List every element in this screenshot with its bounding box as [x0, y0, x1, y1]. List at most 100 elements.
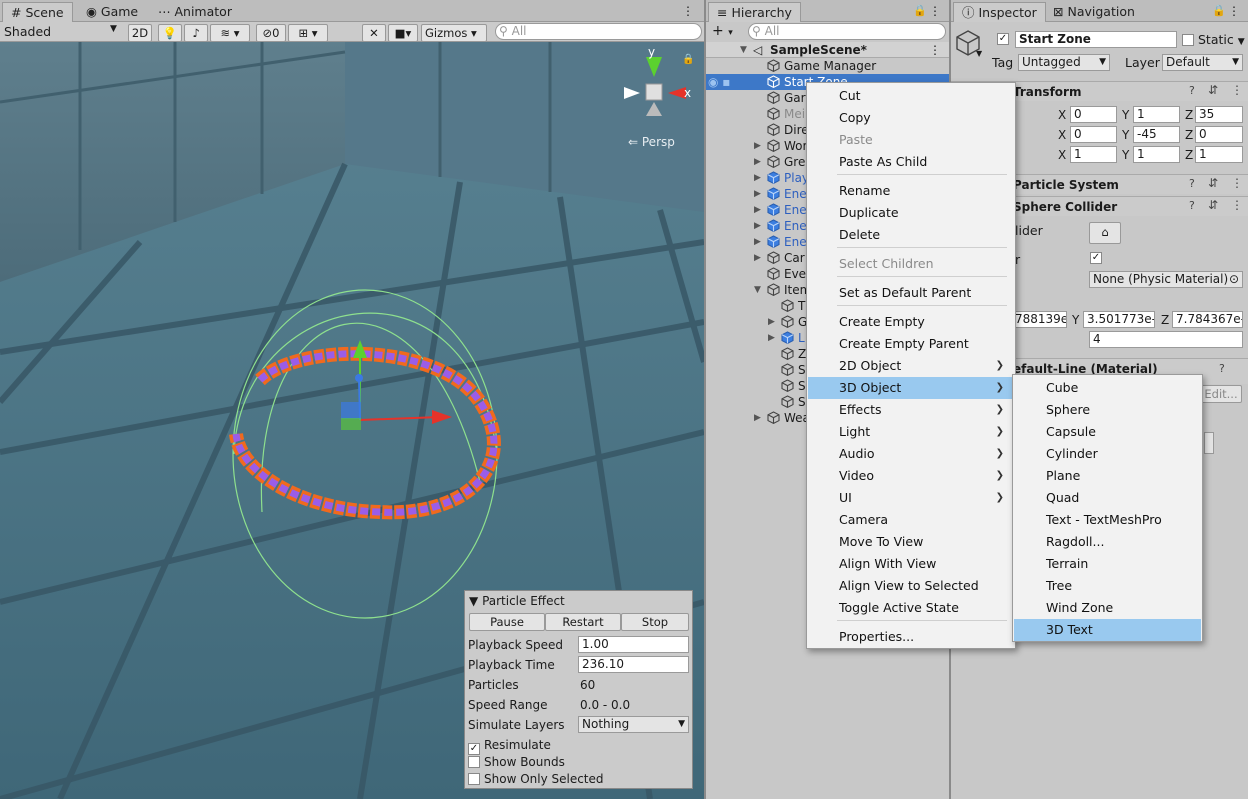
gizmos-dropdown[interactable]: Gizmos ▾ [421, 24, 487, 42]
add-icon[interactable]: + ▾ [712, 23, 733, 39]
submenu-item-capsule[interactable]: Capsule [1014, 421, 1201, 443]
menu-item-align-view-to-selected[interactable]: Align View to Selected [808, 575, 1014, 597]
hierarchy-row[interactable]: Game Manager [706, 58, 949, 74]
chevron-right-icon[interactable]: ▶ [754, 234, 761, 250]
menu-item-2d-object[interactable]: 2D Object ❯ [808, 355, 1014, 377]
chevron-right-icon[interactable]: ▶ [754, 170, 761, 186]
tab-game[interactable]: ◉ Game [78, 2, 146, 22]
playback-time-field[interactable]: 236.10 [578, 656, 689, 673]
chevron-right-icon[interactable]: ▶ [754, 138, 761, 154]
menu-item-video[interactable]: Video ❯ [808, 465, 1014, 487]
help-icon[interactable]: ? [1189, 199, 1195, 212]
resimulate-toggle[interactable]: ✓ Resimulate [468, 737, 694, 755]
menu-item-paste-as-child[interactable]: Paste As Child [808, 151, 1014, 173]
chevron-right-icon[interactable]: ▶ [754, 218, 761, 234]
more-options-icon[interactable]: ⋮ [682, 4, 694, 18]
foldout-arrow-icon[interactable]: ▼ [469, 594, 478, 608]
menu-item-duplicate[interactable]: Duplicate [808, 202, 1014, 224]
chevron-right-icon[interactable]: ▶ [754, 250, 761, 266]
radius-field[interactable]: 4 [1089, 331, 1243, 348]
menu-item-set-as-default-parent[interactable]: Set as Default Parent [808, 282, 1014, 304]
lock-icon[interactable]: 🔒 [913, 4, 927, 17]
menu-item-copy[interactable]: Copy [808, 107, 1014, 129]
scale-y-field[interactable]: 1 [1133, 146, 1180, 163]
settings-sliders-icon[interactable]: ⇵ [1208, 176, 1218, 190]
scene-root-row[interactable]: ▼ ◁ SampleScene* ⋮ [706, 42, 949, 58]
more-options-icon[interactable]: ⋮ [1231, 198, 1243, 212]
audio-icon[interactable]: ♪ [184, 24, 208, 42]
layer-dropdown[interactable]: Default ▼ [1162, 54, 1243, 71]
menu-item-move-to-view[interactable]: Move To View [808, 531, 1014, 553]
pos-z-field[interactable]: 35 [1195, 106, 1243, 123]
chevron-down-icon[interactable]: ▼ [976, 49, 982, 58]
tag-dropdown[interactable]: Untagged ▼ [1018, 54, 1110, 71]
checkbox-icon[interactable] [468, 756, 480, 768]
center-x-field[interactable]: 788139e- [1011, 311, 1067, 328]
show-bounds-toggle[interactable]: Show Bounds [468, 754, 694, 770]
rot-z-field[interactable]: 0 [1195, 126, 1243, 143]
tab-scene[interactable]: # Scene [2, 2, 73, 22]
scene-search-input[interactable]: ⚲ All [495, 23, 702, 40]
more-options-icon[interactable]: ⋮ [929, 4, 941, 18]
submenu-item-text-textmeshpro[interactable]: Text - TextMeshPro [1014, 509, 1201, 531]
submenu-item-3d-text[interactable]: 3D Text [1014, 619, 1201, 641]
shading-dropdown[interactable]: Shaded [4, 24, 51, 39]
playback-speed-field[interactable]: 1.00 [578, 636, 689, 653]
stop-button[interactable]: Stop [621, 613, 689, 631]
submenu-item-wind-zone[interactable]: Wind Zone [1014, 597, 1201, 619]
help-icon[interactable]: ? [1189, 177, 1195, 190]
restart-button[interactable]: Restart [545, 613, 621, 631]
menu-item-create-empty[interactable]: Create Empty [808, 311, 1014, 333]
persp-label[interactable]: ⇐ Persp [628, 135, 675, 149]
rot-x-field[interactable]: 0 [1070, 126, 1117, 143]
chevron-right-icon[interactable]: ▶ [754, 202, 761, 218]
visibility-eye-icon[interactable]: ◉ ▪ [708, 74, 730, 90]
center-z-field[interactable]: 7.784367e- [1172, 311, 1243, 328]
mode-2d-button[interactable]: 2D [128, 24, 152, 42]
menu-item-delete[interactable]: Delete [808, 224, 1014, 246]
menu-item-effects[interactable]: Effects ❯ [808, 399, 1014, 421]
edit-collider-button[interactable]: ⌂ [1089, 222, 1121, 244]
menu-item-camera[interactable]: Camera [808, 509, 1014, 531]
lighting-icon[interactable]: 💡 [158, 24, 182, 42]
more-options-icon[interactable]: ⋮ [929, 42, 941, 58]
menu-item-audio[interactable]: Audio ❯ [808, 443, 1014, 465]
pos-x-field[interactable]: 0 [1070, 106, 1117, 123]
lock-icon[interactable]: 🔒 [1212, 4, 1226, 17]
static-toggle[interactable]: Static ▼ [1182, 32, 1245, 47]
hidden-objects-button[interactable]: ⊘0 [256, 24, 286, 42]
tab-hierarchy[interactable]: ≡ Hierarchy [708, 2, 801, 22]
object-picker-icon[interactable]: ⊙ [1229, 272, 1239, 287]
chevron-down-icon[interactable]: ▼ [754, 282, 761, 298]
rot-y-field[interactable]: -45 [1133, 126, 1180, 143]
settings-sliders-icon[interactable]: ⇵ [1208, 198, 1218, 212]
hierarchy-search-input[interactable]: ⚲ All [748, 23, 946, 40]
chevron-right-icon[interactable]: ▶ [754, 410, 761, 426]
tab-inspector[interactable]: ⓘ Inspector [953, 2, 1046, 22]
material-edit-button[interactable]: Edit... [1200, 385, 1242, 403]
submenu-item-quad[interactable]: Quad [1014, 487, 1201, 509]
camera-icon[interactable]: ■▾ [388, 24, 418, 42]
checkbox-icon[interactable] [468, 773, 480, 785]
tools-icon[interactable]: ✕ [362, 24, 386, 42]
add-component-button[interactable] [1204, 432, 1214, 454]
menu-item-align-with-view[interactable]: Align With View [808, 553, 1014, 575]
menu-item-toggle-active-state[interactable]: Toggle Active State [808, 597, 1014, 619]
scale-z-field[interactable]: 1 [1195, 146, 1243, 163]
more-options-icon[interactable]: ⋮ [1231, 176, 1243, 190]
help-icon[interactable]: ? [1219, 362, 1225, 375]
effects-icon[interactable]: ≋ ▾ [210, 24, 250, 42]
scale-x-field[interactable]: 1 [1070, 146, 1117, 163]
tab-animator[interactable]: ⋯ Animator [150, 2, 240, 22]
checkbox-icon[interactable] [1182, 34, 1194, 46]
lock-icon[interactable]: 🔒 [682, 53, 694, 65]
more-options-icon[interactable]: ⋮ [1228, 4, 1240, 18]
physic-material-field[interactable]: None (Physic Material) ⊙ [1089, 271, 1243, 288]
menu-item-properties[interactable]: Properties... [808, 626, 1014, 648]
submenu-item-plane[interactable]: Plane [1014, 465, 1201, 487]
submenu-item-tree[interactable]: Tree [1014, 575, 1201, 597]
center-y-field[interactable]: 3.501773e- [1083, 311, 1155, 328]
pos-y-field[interactable]: 1 [1133, 106, 1180, 123]
more-options-icon[interactable]: ⋮ [1231, 83, 1243, 97]
submenu-item-sphere[interactable]: Sphere [1014, 399, 1201, 421]
